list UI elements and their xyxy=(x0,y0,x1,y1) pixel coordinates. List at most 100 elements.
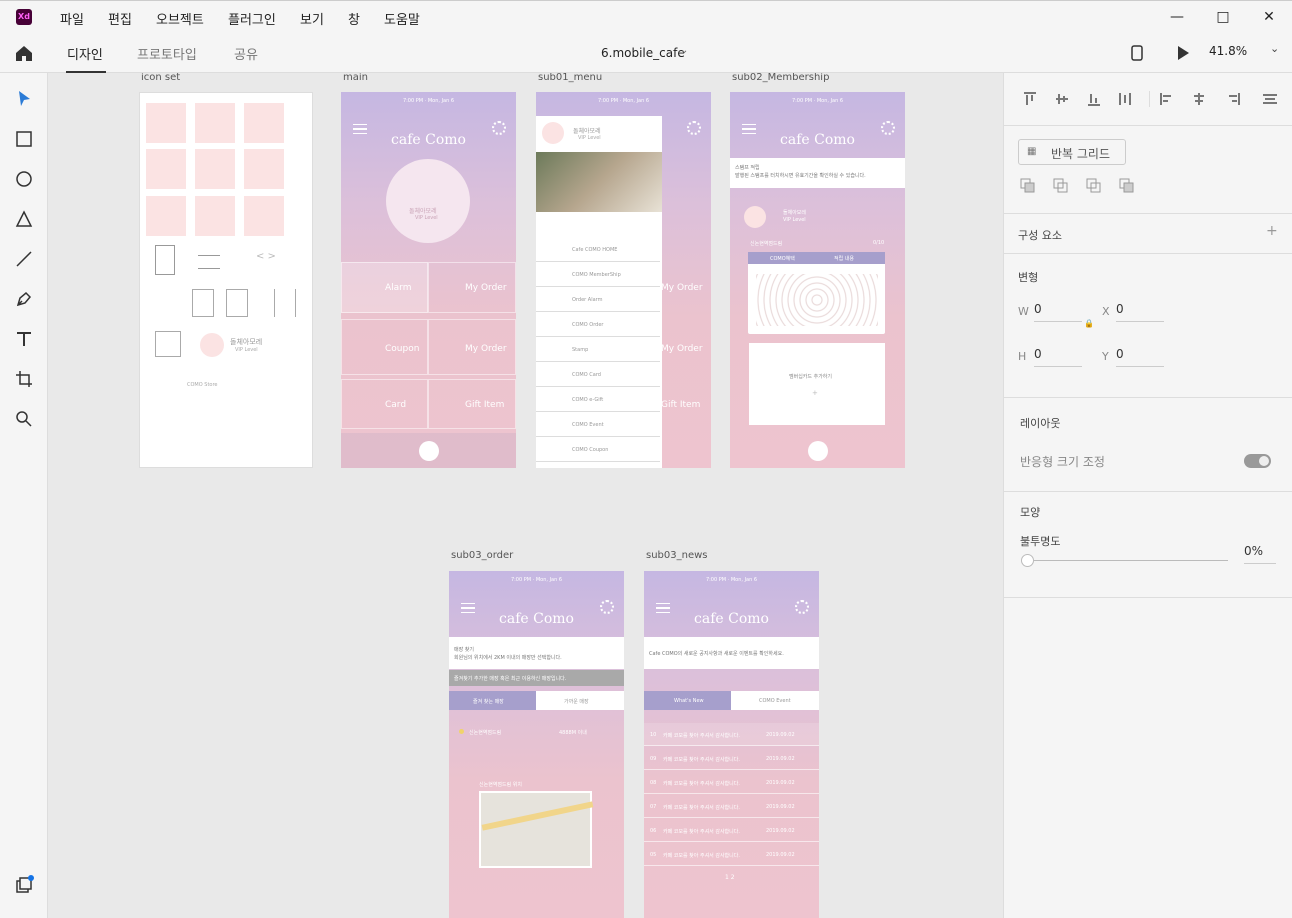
artboard-tool-icon[interactable] xyxy=(14,369,34,389)
artboard-label[interactable]: sub02_Membership xyxy=(732,73,829,83)
play-icon[interactable] xyxy=(1176,45,1190,61)
align-vertical-icons[interactable] xyxy=(1020,91,1140,107)
divider xyxy=(1004,491,1292,492)
artboard-sub02-membership[interactable]: 7:00 PM · Mon, Jan 6 cafe Como 스탬프 적립 발행… xyxy=(730,92,905,468)
artboard-main[interactable]: 7:00 PM · Mon, Jan 6 cafe Como 돌체아모레 VIP… xyxy=(341,92,516,468)
news-row[interactable]: 10 카페 코모를 찾아 주셔서 감사합니다. 2019.09.02 xyxy=(644,723,819,746)
menu-item-stamp[interactable]: Stamp xyxy=(536,337,660,362)
responsive-resize-toggle[interactable] xyxy=(1244,454,1271,468)
height-label: H xyxy=(1018,350,1027,363)
height-field[interactable]: 0 xyxy=(1034,347,1082,367)
tab-nearby-stores[interactable]: 가까운 매장 xyxy=(536,691,624,710)
text-tool-icon[interactable] xyxy=(14,329,34,349)
width-field[interactable]: 0 xyxy=(1034,302,1082,322)
line-tool-icon[interactable] xyxy=(14,249,34,269)
repeat-grid-button[interactable]: ▦ 반복 그리드 xyxy=(1018,139,1126,165)
menu-item-egift[interactable]: COMO e-Gift xyxy=(536,387,660,412)
document-icon xyxy=(192,289,214,317)
artboard-label[interactable]: icon set xyxy=(141,73,180,83)
artboard-sub03-order[interactable]: 7:00 PM · Mon, Jan 6 cafe Como 매장 찾기 회원님… xyxy=(449,571,624,918)
code-icon: < > xyxy=(256,251,276,262)
menu-lines-icon xyxy=(198,255,220,269)
add-component-icon[interactable]: + xyxy=(1266,223,1278,239)
news-row[interactable]: 07 카페 코모를 찾아 주셔서 감사합니다. 2019.09.02 xyxy=(644,795,819,818)
artboard-label[interactable]: sub03_news xyxy=(646,550,708,561)
opacity-slider-handle[interactable] xyxy=(1021,554,1034,567)
menu-item-order[interactable]: COMO Order xyxy=(536,312,660,337)
news-row[interactable]: 09 카페 코모를 찾아 주셔서 감사합니다. 2019.09.02 xyxy=(644,747,819,770)
chevron-down-icon[interactable]: ⌄ xyxy=(680,45,688,56)
gear-icon[interactable] xyxy=(687,121,701,135)
tab-prototype[interactable]: 프로토타입 xyxy=(137,44,197,63)
menu-help[interactable]: 도움말 xyxy=(384,9,420,28)
menu-object[interactable]: 오브젝트 xyxy=(156,9,204,28)
tab-share[interactable]: 공유 xyxy=(234,44,258,63)
close-icon[interactable]: ✕ xyxy=(1259,7,1279,27)
document-user-icon xyxy=(226,289,248,317)
device-preview-icon[interactable] xyxy=(1131,45,1143,61)
home-icon[interactable] xyxy=(14,44,34,62)
menu-view[interactable]: 보기 xyxy=(300,9,324,28)
home-button[interactable] xyxy=(808,441,828,461)
gift-icon xyxy=(195,196,235,236)
home-button[interactable] xyxy=(419,441,439,461)
plus-icon[interactable]: + xyxy=(812,389,818,397)
menu-item-order-alarm[interactable]: Order Alarm xyxy=(536,287,660,312)
add-membership-card[interactable]: 멤버십카드 추가하기 + xyxy=(749,343,885,425)
artboard-label[interactable]: main xyxy=(343,73,368,83)
pagination[interactable]: 1 2 xyxy=(725,874,735,881)
rectangle-tool-icon[interactable] xyxy=(14,129,34,149)
zoom-tool-icon[interactable] xyxy=(14,409,34,429)
document-title[interactable]: 6.mobile_cafe xyxy=(601,46,685,60)
tile-label: Coupon xyxy=(385,344,420,354)
design-canvas[interactable]: icon set < > 돌체아모레 VIP Level COMO Store … xyxy=(48,73,1003,918)
menu-item-event[interactable]: COMO Event xyxy=(536,412,660,437)
artboard-sub01-menu[interactable]: 7:00 PM · Mon, Jan 6 My Order My Order G… xyxy=(536,92,711,468)
xd-logo-icon: Xd xyxy=(16,9,32,25)
menu-file[interactable]: 파일 xyxy=(60,9,84,28)
ellipse-tool-icon[interactable] xyxy=(14,169,34,189)
opacity-field[interactable]: 0% xyxy=(1244,544,1276,564)
polygon-tool-icon[interactable] xyxy=(14,209,34,229)
news-row[interactable]: 08 카페 코모를 찾아 주셔서 감사합니다. 2019.09.02 xyxy=(644,771,819,794)
x-field[interactable]: 0 xyxy=(1116,302,1164,322)
zoom-dropdown-icon[interactable]: ⌄ xyxy=(1270,42,1279,55)
stamp-card-tabs[interactable]: COMO혜택 적립 내용 xyxy=(748,252,885,264)
menu-item-card[interactable]: COMO Card xyxy=(536,362,660,387)
menu-item-home[interactable]: Cafe COMO HOME xyxy=(536,237,660,262)
store-map[interactable] xyxy=(479,791,594,868)
boolean-ops-icons[interactable] xyxy=(1020,177,1140,193)
y-field[interactable]: 0 xyxy=(1116,347,1164,367)
tab-design[interactable]: 디자인 xyxy=(67,44,103,63)
stamp-grid xyxy=(756,274,878,326)
tab-como-event[interactable]: COMO Event xyxy=(731,691,819,710)
artboard-label[interactable]: sub03_order xyxy=(451,550,513,561)
menu-item-coupon[interactable]: COMO Coupon xyxy=(536,437,660,462)
notice-title: 스탬프 적립 xyxy=(735,165,760,171)
menu-item-membership[interactable]: COMO MemberShip xyxy=(536,262,660,287)
pen-tool-icon[interactable] xyxy=(14,289,34,309)
menu-plugins[interactable]: 플러그인 xyxy=(228,9,276,28)
zoom-level[interactable]: 41.8% xyxy=(1209,44,1247,58)
align-horizontal-icons[interactable] xyxy=(1159,91,1279,107)
side-drawer: 돌체아모레 VIP Level Cafe COMO HOME COMO Memb… xyxy=(536,116,662,468)
favorite-star-icon[interactable] xyxy=(459,729,464,734)
tab-favorite-stores[interactable]: 즐겨 찾는 매장 xyxy=(449,691,536,710)
avatar xyxy=(744,206,766,228)
minimize-icon[interactable]: — xyxy=(1167,7,1187,27)
news-row[interactable]: 06 카페 코모를 찾아 주셔서 감사합니다. 2019.09.02 xyxy=(644,819,819,842)
artboard-sub03-news[interactable]: 7:00 PM · Mon, Jan 6 cafe Como Cafe COMO… xyxy=(644,571,819,918)
select-tool-icon[interactable] xyxy=(14,89,34,109)
news-row[interactable]: 05 카페 코모를 찾아 주셔서 감사합니다. 2019.09.02 xyxy=(644,843,819,866)
artboard-icon-set[interactable]: < > 돌체아모레 VIP Level COMO Store xyxy=(139,92,313,468)
opacity-slider-track[interactable] xyxy=(1034,560,1228,561)
grid-icon: ▦ xyxy=(1027,146,1037,157)
tab-whats-new[interactable]: What's New xyxy=(644,691,731,710)
tile-label: My Order xyxy=(661,344,703,354)
assets-panel-icon[interactable] xyxy=(14,875,34,895)
artboard-label[interactable]: sub01_menu xyxy=(538,73,602,83)
maximize-icon[interactable]: □ xyxy=(1213,7,1233,27)
menu-window[interactable]: 창 xyxy=(348,9,360,28)
menu-edit[interactable]: 편집 xyxy=(108,9,132,28)
lock-icon[interactable]: 🔒 xyxy=(1084,319,1094,328)
